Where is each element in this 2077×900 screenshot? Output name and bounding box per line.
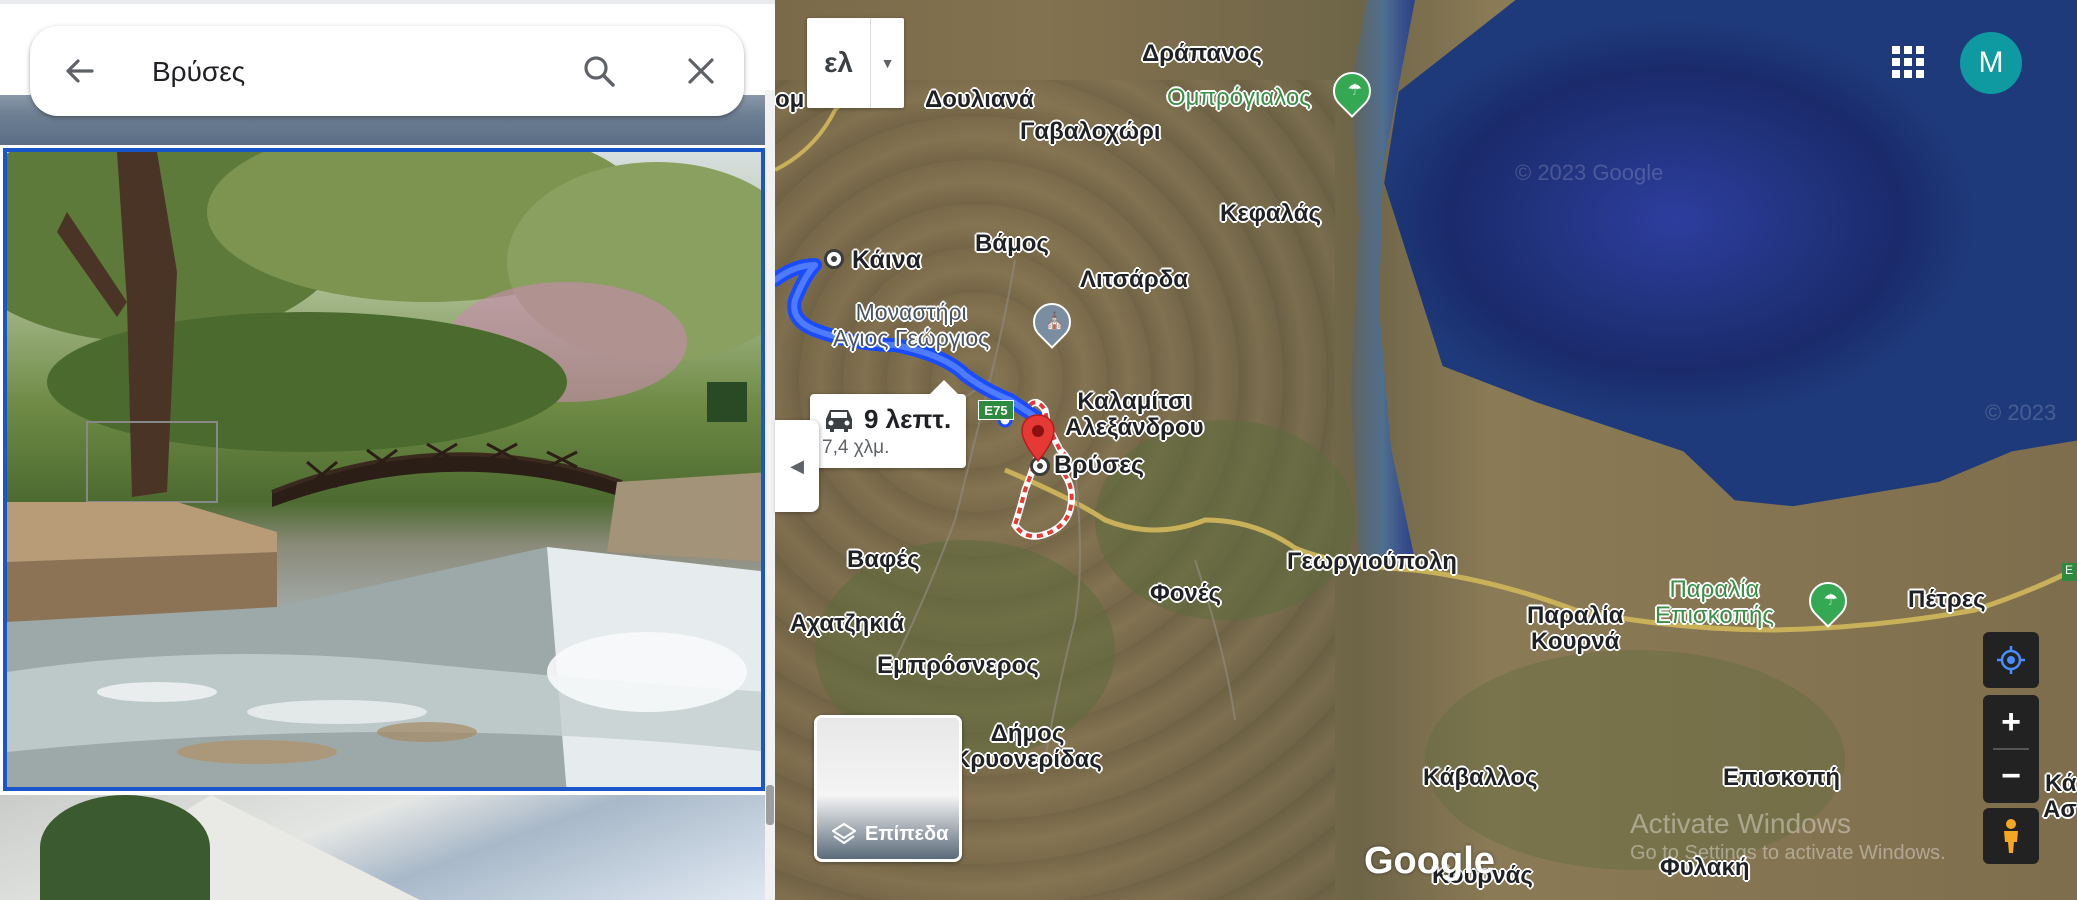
back-button[interactable] (62, 53, 98, 89)
zoom-in-button[interactable]: + (1983, 695, 2039, 749)
my-location-button[interactable] (1983, 632, 2039, 688)
photo-tree (40, 795, 210, 900)
panel-scrollbar-thumb[interactable] (766, 785, 774, 825)
place-label-episkopi[interactable]: Επισκοπή (1723, 764, 1840, 792)
place-label-litsarda[interactable]: Λιτσάρδα (1080, 266, 1188, 294)
place-label-drapanos[interactable]: Δράπανος (1142, 40, 1262, 68)
place-label-kalamitsi[interactable]: Καλαμίτσι Αλεξάνδρου (1065, 389, 1204, 441)
place-label-kavallos[interactable]: Κάβαλλος (1423, 764, 1537, 792)
layers-label: Επίπεδα (865, 822, 949, 845)
dimos-name-line2: Κρυονερίδας (953, 746, 1102, 773)
google-logo: Google (1364, 840, 1495, 882)
plus-icon: + (2001, 702, 2021, 741)
place-label-vafes[interactable]: Βαφές (847, 546, 920, 574)
place-label-vryses[interactable]: Βρύσες (1054, 451, 1144, 480)
kalamitsi-name-line1: Καλαμίτσι (1077, 388, 1192, 415)
place-label-paralia-episkopis[interactable]: Παραλία Επισκοπής (1655, 577, 1774, 629)
language-selector[interactable]: ελ ▼ (807, 18, 904, 108)
pegman-icon (2004, 819, 2018, 853)
place-label-douliana[interactable]: Δουλιανά (925, 86, 1034, 114)
paralia-episkopis-line1: Παραλία (1669, 576, 1760, 603)
minus-icon: − (2001, 756, 2021, 795)
road-shield-e75: E75 (978, 400, 1014, 420)
dimos-name-line1: Δήμος (990, 720, 1065, 747)
clear-search-button[interactable] (680, 50, 722, 92)
route-duration: 9 λεπτ. (864, 404, 952, 434)
place-label-emprosneros[interactable]: Εμπρόσνερος (877, 652, 1039, 680)
place-label-monastery[interactable]: Μοναστήρι Άγιος Γεώργιος (833, 299, 989, 351)
place-label-petres[interactable]: Πέτρες (1908, 586, 1986, 614)
collapse-panel-button[interactable]: ◀ (775, 420, 819, 512)
place-photo-selected[interactable] (3, 148, 765, 791)
place-label-dimos[interactable]: Δήμος Κρυονερίδας (953, 721, 1102, 773)
location-pin-icon[interactable] (1020, 413, 1056, 463)
search-box[interactable]: Βρύσες (30, 26, 744, 116)
church-icon: ⛪ (1044, 313, 1065, 330)
activate-windows-watermark: Activate Windows Go to Settings to activ… (1630, 808, 1946, 865)
paralia-kourna-line2: Κουρνά (1531, 628, 1620, 655)
photo-thumbnail-next[interactable] (0, 795, 765, 900)
crosshair-icon (1997, 646, 2025, 674)
road-shield-partial: E (2062, 563, 2077, 581)
caret-down-icon[interactable]: ▼ (871, 18, 904, 108)
monastery-name-line2: Άγιος Γεώργιος (833, 325, 990, 351)
place-label-kaina[interactable]: Κάινα (852, 246, 921, 275)
photo-river-bridge (7, 152, 761, 787)
place-label-gavalochori[interactable]: Γαβαλοχώρι (1020, 118, 1161, 146)
copyright-watermark-2: © 2023 (1985, 400, 2057, 425)
kalamitsi-name-line2: Αλεξάνδρου (1065, 414, 1204, 441)
paralia-kourna-line1: Παραλία (1527, 602, 1624, 629)
search-icon (584, 56, 615, 87)
car-icon (826, 409, 852, 432)
town-dot-kaina[interactable] (824, 249, 844, 269)
umbrella-icon: ☂ (1823, 592, 1839, 609)
place-label-kefalas[interactable]: Κεφαλάς (1220, 200, 1321, 228)
route-distance: 7,4 χλμ. (822, 437, 890, 458)
place-label-edge-right-2[interactable]: Ασ (2043, 796, 2077, 824)
search-input[interactable]: Βρύσες (152, 56, 245, 88)
place-label-paralia-kourna[interactable]: Παραλία Κουρνά (1527, 603, 1623, 655)
layers-icon (831, 822, 857, 845)
place-label-edge-left[interactable]: ομ (775, 86, 804, 114)
panel-scrollbar-track[interactable] (765, 90, 775, 900)
route-info-card[interactable]: 9 λεπτ. 7,4 χλμ. (810, 380, 966, 468)
panel-top-border (0, 0, 775, 4)
place-label-edge-right-1[interactable]: Κά (2045, 770, 2077, 798)
layers-button[interactable]: Επίπεδα (814, 715, 962, 862)
close-icon (688, 58, 714, 84)
zoom-control: + − (1983, 695, 2039, 803)
zoom-out-button[interactable]: − (1983, 749, 2039, 803)
place-label-ombrogialos[interactable]: Ομπρόγιαλος (1167, 84, 1311, 112)
google-apps-button[interactable] (1888, 42, 1928, 82)
search-button[interactable] (578, 50, 620, 92)
copyright-watermark: © 2023 Google (1515, 160, 1664, 185)
arrow-left-icon (66, 59, 94, 83)
activate-windows-subtitle: Go to Settings to activate Windows. (1630, 842, 1946, 864)
place-label-achatzikia[interactable]: Αχατζηκιά (790, 610, 904, 638)
paralia-episkopis-line2: Επισκοπής (1655, 602, 1774, 629)
place-label-georgioupoli[interactable]: Γεωργιούπολη (1287, 548, 1457, 576)
chevron-left-icon: ◀ (790, 455, 804, 476)
monastery-name-line1: Μοναστήρι (855, 299, 967, 325)
street-view-button[interactable] (1983, 808, 2039, 864)
account-avatar[interactable]: M (1960, 32, 2022, 94)
activate-windows-title: Activate Windows (1630, 808, 1851, 839)
place-label-vamos[interactable]: Βάμος (975, 230, 1049, 258)
apps-grid-icon (1892, 46, 1900, 54)
umbrella-icon: ☂ (1347, 82, 1363, 99)
place-label-fones[interactable]: Φονές (1150, 580, 1221, 608)
language-label[interactable]: ελ (807, 18, 871, 108)
map-canvas[interactable]: E75 E Δράπανος Δουλιανά Γαβαλοχώρι Ομπρό… (775, 0, 2077, 900)
side-panel: Βρύσες (0, 0, 775, 900)
